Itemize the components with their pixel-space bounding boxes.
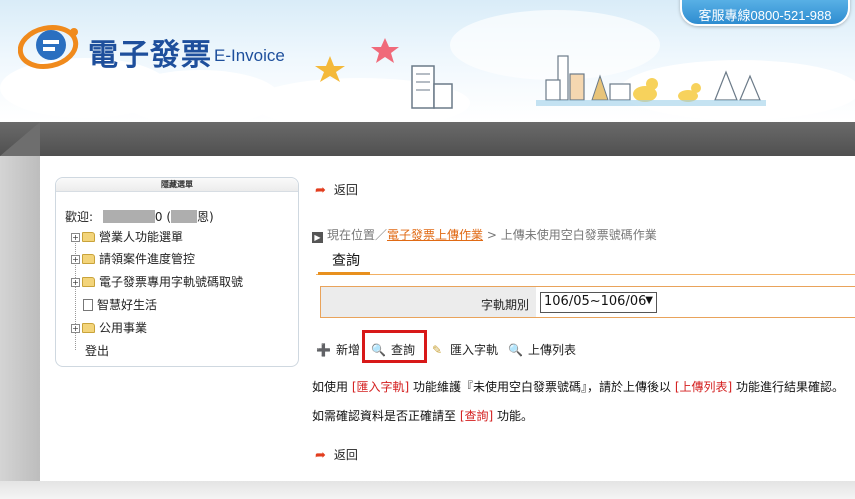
sidebar-item-label: 智慧好生活 [97, 298, 158, 312]
period-selected-value: 106/05~106/06 [544, 294, 647, 309]
chevron-down-icon: ▼ [645, 295, 653, 306]
note-import: 如使用 [匯入字軌] 功能維護『未使用空白發票號碼』，請於上傳後以 [上傳列表]… [312, 380, 845, 394]
folder-icon [82, 323, 95, 333]
expand-icon[interactable]: + [71, 233, 80, 242]
sidebar-item-label: 請領案件進度管控 [99, 252, 196, 266]
upload-list-label: 上傳列表 [528, 343, 577, 357]
query-button-highlight [362, 330, 427, 363]
footer-strip [0, 481, 855, 499]
hide-menu-toggle[interactable]: 隱藏選單 [56, 178, 298, 192]
back-arrow-icon: ➦ [315, 183, 326, 198]
add-icon: ➕ [316, 343, 331, 357]
brand-subtitle: E-Invoice [214, 46, 285, 65]
period-select[interactable]: 106/05~106/06 ▼ [540, 292, 657, 313]
upload-list-button[interactable]: 🔍 上傳列表 [508, 341, 576, 358]
breadcrumb: ▶ 現在位置／電子發票上傳作業 > 上傳未使用空白發票號碼作業 [312, 226, 657, 243]
sidebar-item-case-progress[interactable]: + 請領案件進度管控 [71, 250, 195, 267]
document-icon [83, 299, 93, 311]
expand-icon[interactable]: + [71, 255, 80, 264]
expand-icon[interactable]: + [71, 324, 80, 333]
section-title: 查詢 [332, 253, 360, 269]
note-import-link[interactable]: [匯入字軌] [352, 380, 409, 394]
redacted-user-name [171, 210, 198, 223]
add-button[interactable]: ➕ 新增 [316, 341, 360, 358]
location-arrow-icon: ▶ [312, 232, 323, 243]
sidebar-item-smart-life[interactable]: 智慧好生活 [71, 296, 157, 313]
welcome-text: 歡迎: 0 ( 恩) [65, 208, 214, 225]
period-label: 字軌期別 [480, 298, 529, 312]
folder-icon [82, 232, 95, 242]
welcome-prefix: 歡迎: [65, 210, 94, 224]
sidebar-item-label: 公用事業 [99, 321, 148, 335]
back-arrow-icon: ➦ [315, 448, 326, 463]
redacted-user-id [102, 210, 155, 223]
sidebar-item-label: 登出 [85, 344, 110, 358]
expand-icon[interactable]: + [71, 278, 80, 287]
brand-title: 電子發票 [88, 38, 212, 73]
note-query: 如需確認資料是否正確請至 [查詢] 功能。 [312, 409, 534, 423]
breadcrumb-prefix: 現在位置／ [327, 228, 388, 242]
title-divider [316, 274, 855, 275]
sidebar-menu: 隱藏選單 [55, 177, 299, 367]
welcome-suffix: 恩) [197, 210, 214, 224]
breadcrumb-separator: > [483, 228, 501, 242]
back-link-top[interactable]: ➦ 返回 [315, 181, 358, 198]
import-label: 匯入字軌 [450, 343, 499, 357]
header-band [0, 122, 855, 156]
left-gutter [0, 156, 40, 481]
sidebar-item-logout[interactable]: 登出 [71, 342, 109, 359]
customer-service-hotline: 客服專線0800-521-988 [680, 0, 850, 26]
folder-icon [82, 277, 95, 287]
import-button[interactable]: ✎ 匯入字軌 [430, 341, 498, 358]
note-upload-list-link[interactable]: [上傳列表] [675, 380, 732, 394]
back-label: 返回 [333, 448, 358, 462]
folder-icon [82, 254, 95, 264]
import-icon: ✎ [431, 343, 443, 357]
note-query-link[interactable]: [查詢] [460, 409, 493, 423]
breadcrumb-link-upload[interactable]: 電子發票上傳作業 [387, 228, 483, 242]
back-label: 返回 [333, 183, 358, 197]
query-form: 字軌期別 106/05~106/06 ▼ [320, 286, 855, 318]
site-header: 電子發票 E-Invoice 客服專線0800-521-988 [0, 0, 855, 122]
sidebar-item-utilities[interactable]: + 公用事業 [71, 319, 147, 336]
breadcrumb-current: 上傳未使用空白發票號碼作業 [500, 228, 657, 242]
welcome-mid: 0 ( [154, 210, 172, 224]
title-underline [318, 272, 370, 275]
sidebar-item-business-menu[interactable]: + 營業人功能選單 [71, 228, 183, 245]
sidebar-item-label: 營業人功能選單 [99, 230, 184, 244]
sidebar-item-track-number[interactable]: + 電子發票專用字軌號碼取號 [71, 273, 243, 290]
form-label-cell: 字軌期別 [321, 287, 536, 317]
city-scene-illustration [315, 38, 766, 109]
magnifier-icon: 🔍 [508, 343, 523, 357]
e-invoice-logo-icon [18, 25, 79, 69]
add-label: 新增 [336, 343, 361, 357]
sidebar-item-label: 電子發票專用字軌號碼取號 [99, 275, 244, 289]
back-link-bottom[interactable]: ➦ 返回 [315, 446, 358, 463]
